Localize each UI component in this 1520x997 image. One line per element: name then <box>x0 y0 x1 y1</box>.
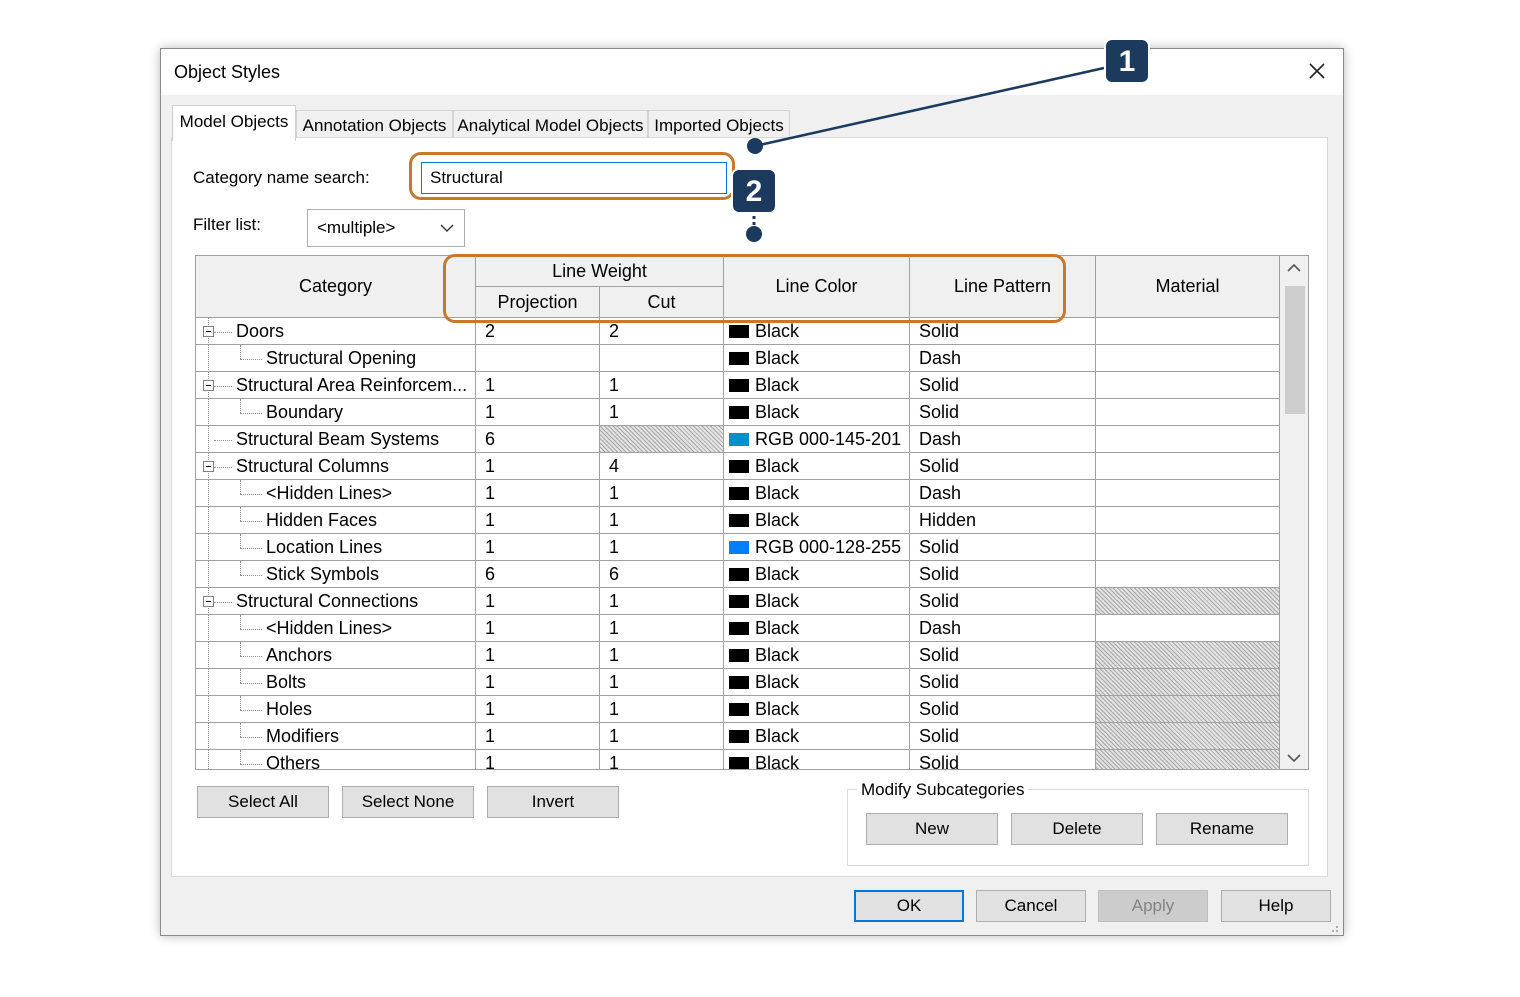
callout-badge-1: 1 <box>1104 38 1150 84</box>
callout-columns-highlight <box>443 254 1066 323</box>
callout-badge-2: 2 <box>731 168 777 214</box>
callout-2-anchor-dot <box>746 226 762 242</box>
callout-1-anchor-dot <box>747 138 763 154</box>
callout-search-highlight <box>409 152 735 200</box>
tab-model-objects[interactable]: Model Objects <box>172 105 296 141</box>
